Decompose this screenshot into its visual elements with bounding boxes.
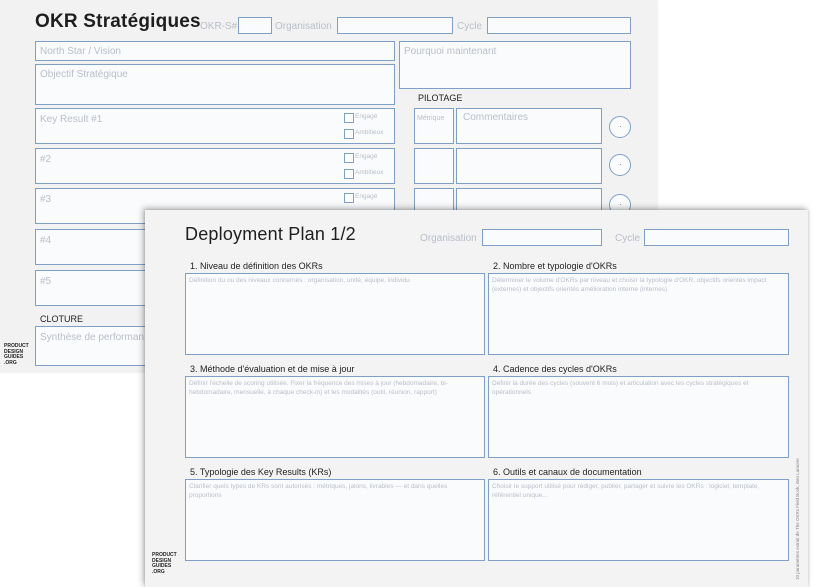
cycle-label: Cycle — [615, 233, 641, 244]
ambitieux-label-2: Ambitieux — [355, 169, 384, 176]
key-result-1-field[interactable]: Key Result #1 — [35, 108, 395, 144]
deployment-plan-sheet: Deployment Plan 1/2 Organisation Cycle 1… — [145, 210, 808, 587]
section-3-title: 3. Méthode d'évaluation et de mise à jou… — [190, 364, 355, 374]
status-circle-1[interactable]: · — [609, 116, 631, 138]
pourquoi-field[interactable]: Pourquoi maintenant — [399, 41, 631, 89]
metrique-field-2[interactable] — [414, 148, 454, 184]
section-4-hint: Définir la durée des cycles (souvent 6 m… — [492, 380, 749, 396]
section-2-field[interactable]: Déterminer le volume d'OKRs par niveau e… — [488, 273, 789, 355]
key-result-4-label: #4 — [40, 235, 52, 246]
section-6-field[interactable]: Choisir le support utilisé pour rédiger,… — [488, 479, 789, 561]
metrique-label: Métrique — [417, 115, 445, 122]
section-3-hint: Définir l'échelle de scoring utilisée. F… — [189, 380, 448, 396]
organisation-field[interactable] — [337, 17, 453, 34]
ambitieux-checkbox-2[interactable] — [344, 169, 354, 179]
engage-label-2: Engagé — [355, 153, 378, 160]
key-result-2-label: #2 — [40, 154, 52, 165]
cycle-label: Cycle — [457, 21, 483, 32]
section-1-title: 1. Niveau de définition des OKRs — [190, 261, 323, 271]
key-result-2-field[interactable]: #2 — [35, 148, 395, 184]
section-4-title: 4. Cadence des cycles d'OKRs — [493, 364, 617, 374]
ambitieux-checkbox-1[interactable] — [344, 129, 354, 139]
engage-label-1: Engagé — [355, 113, 378, 120]
north-star-field[interactable]: North Star / Vision — [35, 41, 395, 61]
product-design-guides-logo: PRODUCT DESIGN GUIDES .ORG — [152, 552, 177, 575]
page-title: Deployment Plan 1/2 — [185, 224, 356, 244]
section-6-hint: Choisir le support utilisé pour rédiger,… — [492, 483, 760, 499]
section-3-field[interactable]: Définir l'échelle de scoring utilisée. F… — [185, 376, 485, 458]
metrique-field-1[interactable]: Métrique — [414, 108, 454, 144]
circle-mark: · — [619, 200, 622, 209]
section-5-hint: Clarifier quels types de KRs sont autori… — [189, 483, 448, 499]
cycle-field[interactable] — [644, 229, 789, 246]
synthese-label: Synthèse de performan — [40, 332, 144, 343]
organisation-field[interactable] — [482, 229, 602, 246]
pourquoi-label: Pourquoi maintenant — [404, 46, 497, 57]
engage-label-3: Engagé — [355, 193, 378, 200]
section-5-title: 5. Typologie des Key Results (KRs) — [190, 467, 332, 477]
commentaires-field-2[interactable] — [456, 148, 602, 184]
page-title: OKR Stratégiques — [35, 11, 201, 32]
circle-mark: · — [619, 122, 622, 131]
section-4-field[interactable]: Définir la durée des cycles (souvent 6 m… — [488, 376, 789, 458]
organisation-label: Organisation — [420, 233, 477, 244]
product-design-guides-logo: PRODUCT DESIGN GUIDES .ORG — [4, 343, 29, 366]
organisation-label: Organisation — [275, 21, 332, 32]
ambitieux-label-1: Ambitieux — [355, 129, 384, 136]
logo-line: .ORG — [152, 568, 165, 575]
cloture-heading: CLOTURE — [40, 314, 84, 324]
key-result-1-label: Key Result #1 — [40, 114, 103, 125]
section-1-field[interactable]: Définition du ou des niveaux concernés :… — [185, 273, 485, 355]
section-1-hint: Définition du ou des niveaux concernés :… — [189, 277, 410, 284]
section-2-hint: Déterminer le volume d'OKRs par niveau e… — [492, 277, 767, 293]
section-5-field[interactable]: Clarifier quels types de KRs sont autori… — [185, 479, 485, 561]
section-2-title: 2. Nombre et typologie d'OKRs — [493, 261, 617, 271]
section-6-title: 6. Outils et canaux de documentation — [493, 467, 642, 477]
engage-checkbox-3[interactable] — [344, 193, 354, 203]
objectif-field[interactable]: Objectif Stratégique — [35, 64, 395, 105]
okr-id-field[interactable] — [238, 17, 272, 34]
circle-mark: · — [619, 160, 622, 169]
okr-id-label: OKR-S# — [200, 21, 238, 32]
pilotage-heading: PILOTAGE — [418, 93, 463, 103]
objectif-label: Objectif Stratégique — [40, 69, 128, 80]
engage-checkbox-1[interactable] — [344, 113, 354, 123]
source-note: 10 paramètres extrait de The OKRs Field … — [795, 458, 800, 580]
key-result-3-label: #3 — [40, 194, 52, 205]
cycle-field[interactable] — [487, 17, 631, 34]
logo-line: .ORG — [4, 359, 17, 366]
engage-checkbox-2[interactable] — [344, 153, 354, 163]
commentaires-field-1[interactable]: Commentaires — [456, 108, 602, 144]
commentaires-label: Commentaires — [463, 112, 529, 123]
status-circle-2[interactable]: · — [609, 154, 631, 176]
key-result-5-label: #5 — [40, 276, 52, 287]
north-star-label: North Star / Vision — [40, 46, 121, 57]
